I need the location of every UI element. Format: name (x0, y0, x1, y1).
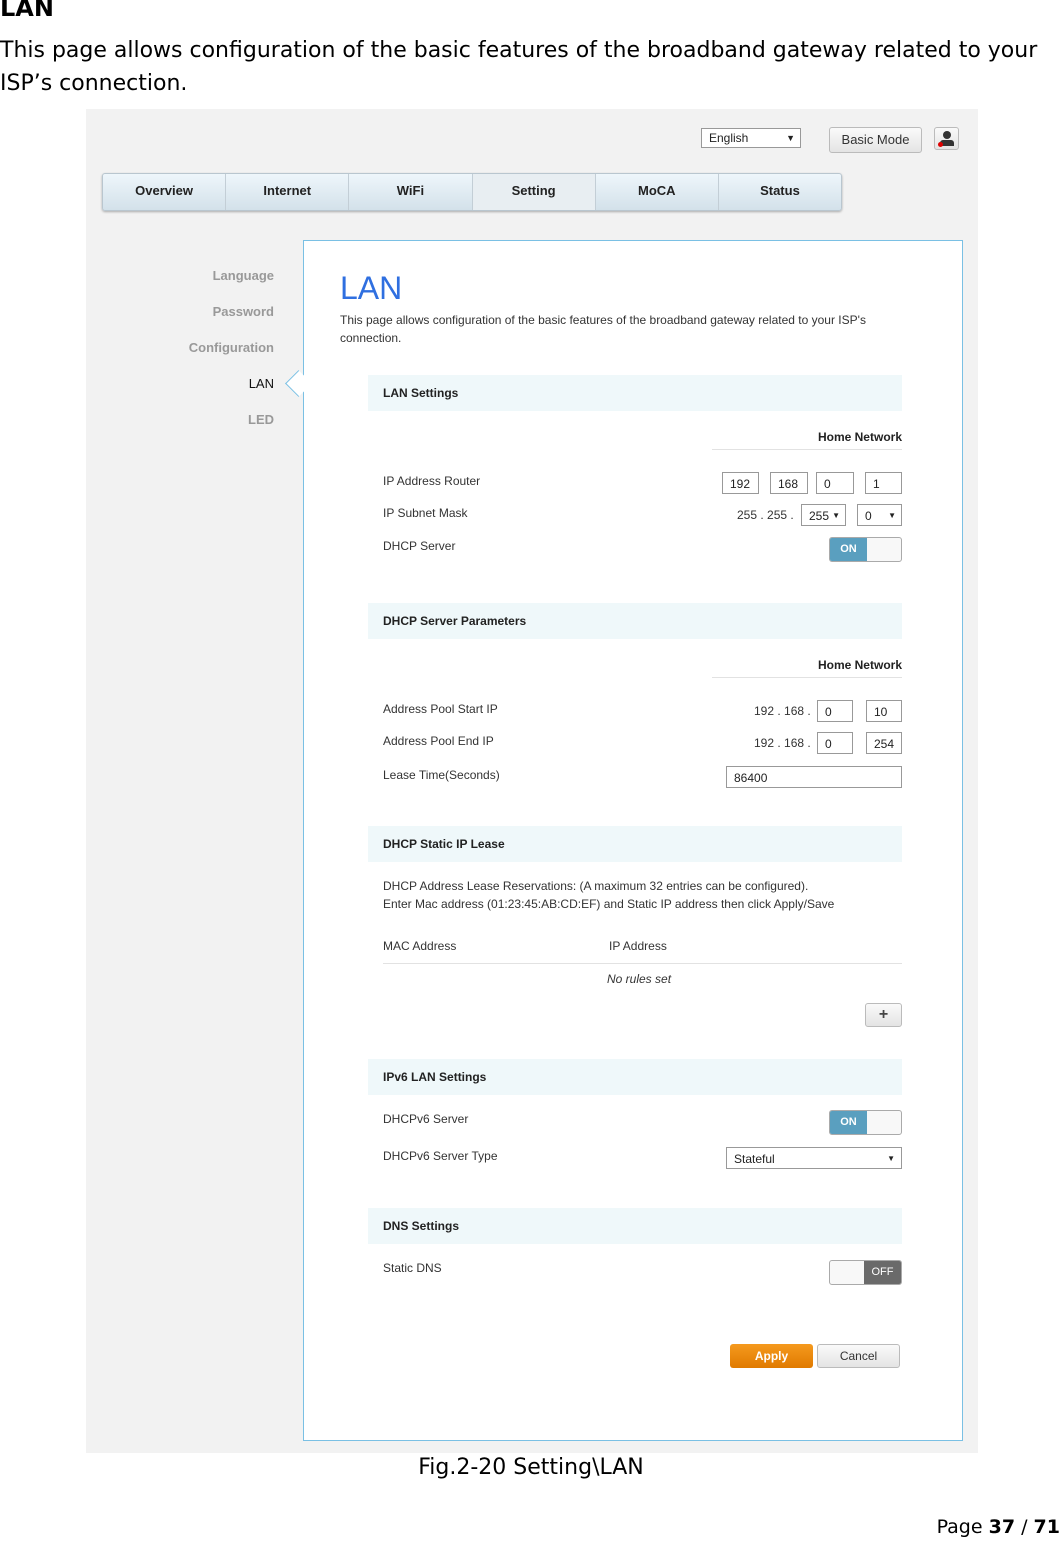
tab-internet[interactable]: Internet (226, 174, 350, 210)
pool-end-octet-3[interactable]: 0 (817, 732, 853, 754)
doc-heading: LAN (0, 0, 54, 22)
dropdown-arrow-icon: ▼ (786, 133, 795, 143)
dhcpv6-server-label: DHCPv6 Server (383, 1112, 469, 1126)
pool-start-prefix: 192 . 168 . (754, 704, 811, 718)
static-lease-header: DHCP Static IP Lease (368, 826, 902, 862)
dhcp-server-toggle[interactable]: ON (829, 537, 902, 562)
dhcp-params-header: DHCP Server Parameters (368, 603, 902, 639)
language-value: English (709, 131, 749, 145)
figure-caption: Fig.2-20 Setting\LAN (418, 1455, 644, 1480)
tab-moca[interactable]: MoCA (596, 174, 719, 210)
ip-octet-2[interactable]: 168 (770, 472, 808, 494)
dns-header: DNS Settings (368, 1208, 902, 1244)
dropdown-arrow-icon: ▼ (832, 511, 840, 520)
static-note-1: DHCP Address Lease Reservations: (A maxi… (383, 879, 809, 893)
language-select[interactable]: English ▼ (701, 128, 801, 148)
mask-octet-4-select[interactable]: 0 ▼ (857, 504, 902, 526)
pool-end-prefix: 192 . 168 . (754, 736, 811, 750)
ip-address-label: IP Address Router (383, 474, 481, 488)
subnet-mask-label: IP Subnet Mask (383, 506, 468, 520)
sidebar-item-password[interactable]: Password (213, 304, 274, 319)
pool-start-octet-4[interactable]: 10 (866, 700, 902, 722)
dhcp-server-label: DHCP Server (383, 539, 456, 553)
pool-end-label: Address Pool End IP (383, 734, 494, 748)
home-network-label: Home Network (817, 430, 902, 444)
static-dns-toggle[interactable]: OFF (829, 1260, 902, 1285)
lan-settings-header: LAN Settings (368, 375, 902, 411)
col-mac-address: MAC Address (383, 939, 457, 953)
user-icon[interactable] (934, 127, 959, 150)
doc-intro: This page allows configuration of the ba… (0, 38, 1038, 96)
pool-end-octet-4[interactable]: 254 (866, 732, 902, 754)
page-number: Page 37 / 71 (936, 1516, 1060, 1538)
col-ip-address: IP Address (609, 939, 667, 953)
page-description: This page allows configuration of the ba… (340, 313, 866, 345)
sidebar-item-lan[interactable]: LAN (249, 376, 274, 391)
subnet-mask-fixed: 255 . 255 . (737, 508, 794, 522)
ip-octet-1[interactable]: 192 (722, 472, 759, 494)
lease-time-input[interactable]: 86400 (726, 766, 902, 788)
ipv6-header: IPv6 LAN Settings (368, 1059, 902, 1095)
plus-icon: + (878, 1006, 889, 1023)
tab-wifi[interactable]: WiFi (349, 174, 473, 210)
static-dns-label: Static DNS (383, 1261, 442, 1275)
pool-start-octet-3[interactable]: 0 (817, 700, 853, 722)
ip-octet-4[interactable]: 1 (865, 472, 902, 494)
sidebar-item-language[interactable]: Language (213, 268, 274, 283)
no-rules-text: No rules set (607, 972, 672, 986)
dropdown-arrow-icon: ▼ (887, 1154, 895, 1163)
dhcpv6-type-label: DHCPv6 Server Type (383, 1149, 498, 1163)
sidebar-item-configuration[interactable]: Configuration (189, 340, 274, 355)
dhcpv6-server-toggle[interactable]: ON (829, 1110, 902, 1135)
page-title: LAN (340, 270, 403, 306)
ip-octet-3[interactable]: 0 (816, 472, 854, 494)
sidebar-item-led[interactable]: LED (248, 412, 274, 427)
pool-start-label: Address Pool Start IP (383, 702, 498, 716)
tab-setting[interactable]: Setting (472, 174, 596, 210)
dropdown-arrow-icon: ▼ (888, 511, 896, 520)
home-network-label: Home Network (817, 658, 902, 672)
mask-octet-3-select[interactable]: 255 ▼ (801, 504, 846, 526)
lease-time-label: Lease Time(Seconds) (383, 768, 500, 782)
add-rule-button[interactable]: + (865, 1003, 902, 1027)
main-tabs: Overview Internet WiFi Setting MoCA Stat… (102, 173, 842, 211)
dhcpv6-type-select[interactable]: Stateful ▼ (726, 1147, 902, 1169)
cancel-button[interactable]: Cancel (817, 1344, 900, 1368)
tab-status[interactable]: Status (719, 174, 841, 210)
apply-button[interactable]: Apply (730, 1344, 813, 1368)
tab-overview[interactable]: Overview (103, 174, 227, 210)
basic-mode-button[interactable]: Basic Mode (829, 127, 922, 153)
static-note-2: Enter Mac address (01:23:45:AB:CD:EF) an… (383, 897, 835, 911)
